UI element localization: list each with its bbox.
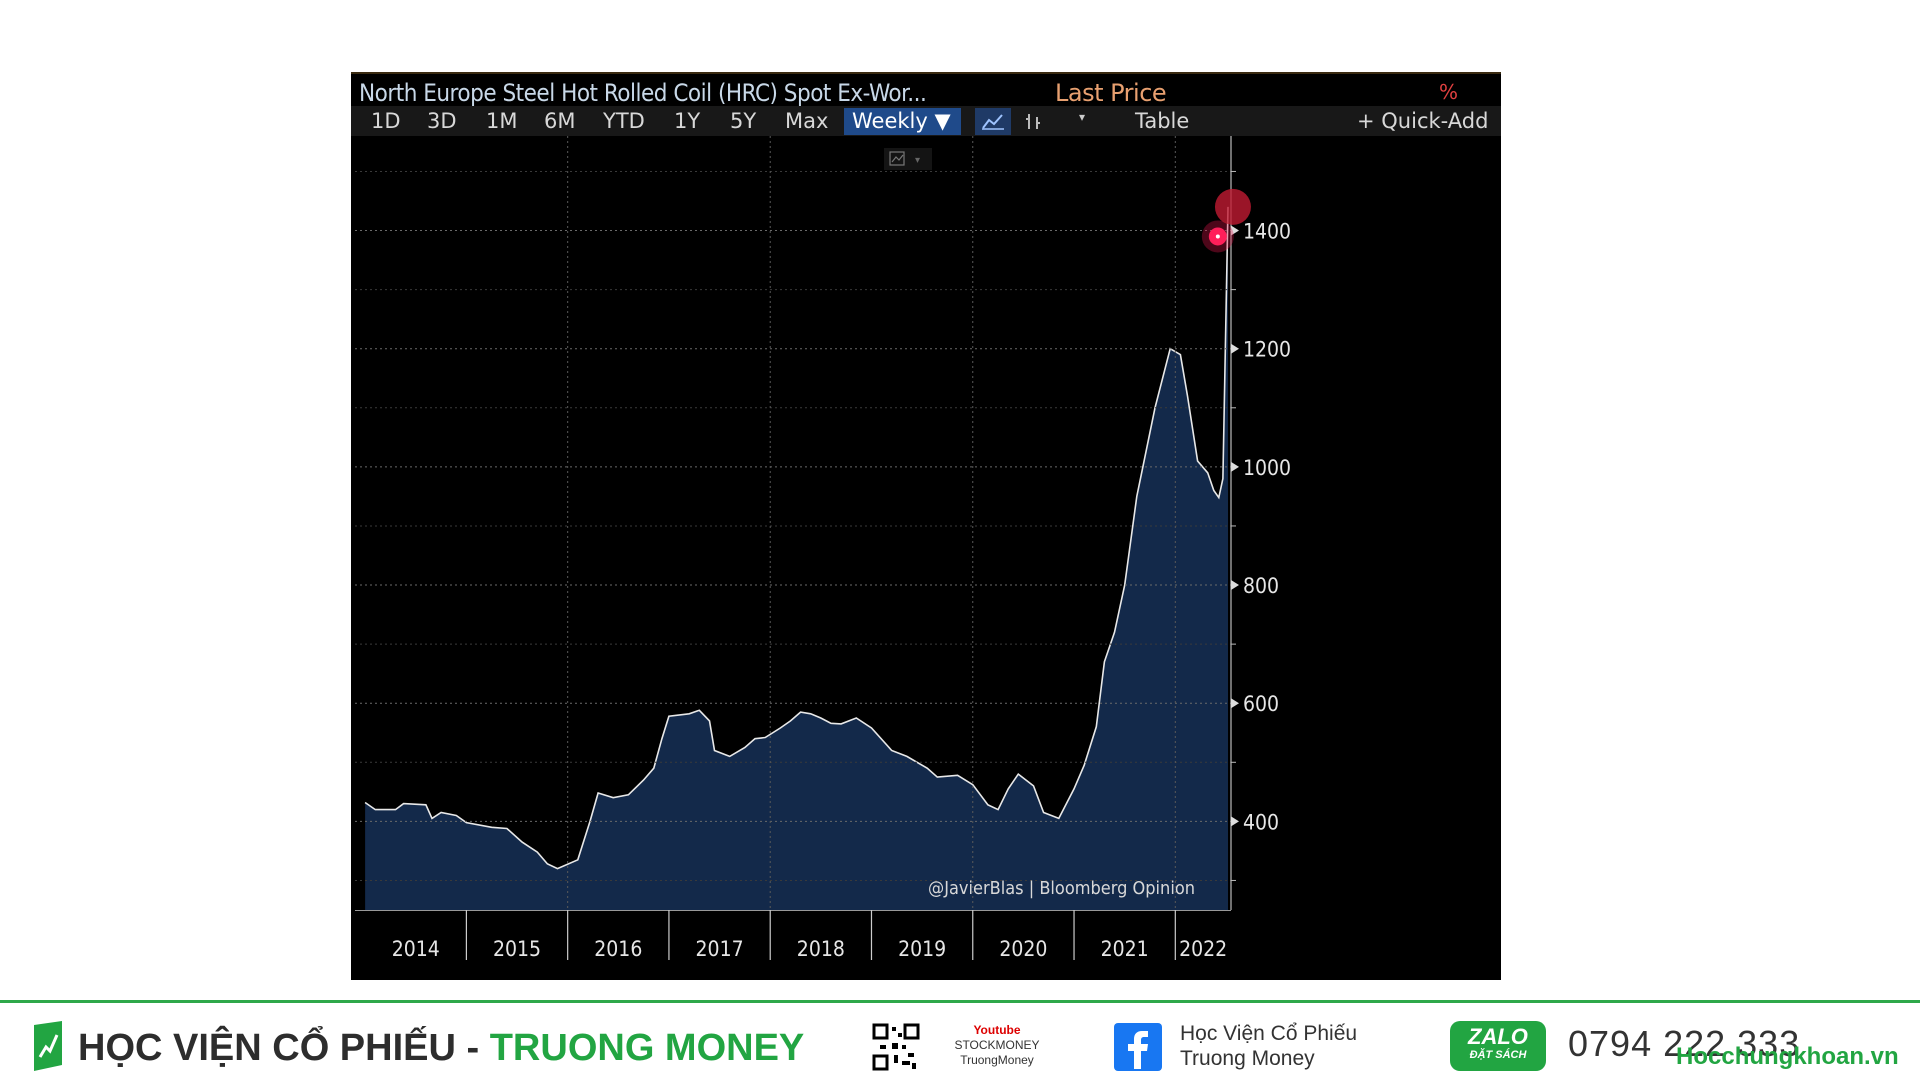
x-tick-label: 2017 bbox=[696, 937, 744, 961]
website-link[interactable]: Hocchungkhoan.vn bbox=[1676, 1043, 1899, 1071]
range-button-3d[interactable]: 3D bbox=[427, 108, 457, 134]
y-tick-label: 600 bbox=[1243, 692, 1279, 716]
y-tick-label: 800 bbox=[1243, 574, 1279, 598]
range-button-5y[interactable]: 5Y bbox=[730, 108, 756, 134]
x-tick-label: 2015 bbox=[493, 937, 541, 961]
range-button-1y[interactable]: 1Y bbox=[674, 108, 700, 134]
x-tick-label: 2014 bbox=[392, 937, 440, 961]
x-tick-label: 2021 bbox=[1101, 937, 1149, 961]
qr-code-icon[interactable] bbox=[872, 1023, 920, 1071]
bloomberg-chart-panel: North Europe Steel Hot Rolled Coil (HRC)… bbox=[351, 72, 1501, 980]
line-chart-icon[interactable] bbox=[975, 108, 1011, 135]
y-tick-label: 400 bbox=[1243, 810, 1279, 834]
range-button-6m[interactable]: 6M bbox=[544, 108, 575, 134]
facebook-line-2: Truong Money bbox=[1180, 1047, 1315, 1070]
y-tick-label: 1400 bbox=[1243, 220, 1291, 244]
footer-title: HỌC VIỆN CỔ PHIẾU - TRUONG MONEY bbox=[78, 1027, 804, 1070]
footer-banner: HỌC VIỆN CỔ PHIẾU - TRUONG MONEY Youtube… bbox=[0, 1000, 1920, 1083]
range-button-max[interactable]: Max bbox=[785, 108, 828, 134]
facebook-icon[interactable] bbox=[1114, 1023, 1162, 1071]
frequency-select[interactable]: Weekly ▼ bbox=[844, 108, 961, 135]
x-axis: 2014 2015 2016 2017 2018 2019 2020 2021 2022 bbox=[355, 910, 1231, 961]
youtube-block[interactable]: Youtube STOCKMONEY TruongMoney bbox=[942, 1023, 1052, 1068]
footer-title-brand: TRUONG MONEY bbox=[489, 1027, 805, 1069]
percent-icon[interactable]: % bbox=[1439, 80, 1458, 104]
y-tick-mark bbox=[1231, 461, 1239, 472]
x-tick-label: 2022 bbox=[1179, 937, 1227, 961]
series-area bbox=[365, 206, 1229, 910]
y-tick-mark bbox=[1231, 343, 1239, 354]
bar-chart-icon[interactable] bbox=[1019, 108, 1049, 135]
source-annotation: @JavierBlas | Bloomberg Opinion bbox=[928, 878, 1195, 899]
facebook-line-1: Học Viện Cổ Phiếu bbox=[1180, 1022, 1358, 1045]
youtube-channel: STOCKMONEY bbox=[954, 1038, 1040, 1052]
chart-header: North Europe Steel Hot Rolled Coil (HRC)… bbox=[351, 72, 1501, 108]
y-tick-mark bbox=[1231, 698, 1239, 709]
y-tick-mark bbox=[1231, 816, 1239, 827]
youtube-handle: TruongMoney bbox=[960, 1053, 1034, 1067]
zalo-badge[interactable]: ZALO ĐẶT SÁCH bbox=[1450, 1021, 1546, 1071]
youtube-label: Youtube bbox=[973, 1023, 1021, 1037]
chevron-down-icon[interactable]: ▾ bbox=[1079, 110, 1085, 124]
quick-add-button[interactable]: + Quick-Add bbox=[1357, 108, 1488, 134]
chart-toolbar: 1D 3D 1M 6M YTD 1Y 5Y Max Weekly ▼ ▾ Tab… bbox=[351, 106, 1501, 136]
zalo-label: ZALO bbox=[1468, 1024, 1528, 1049]
marker-center bbox=[1215, 234, 1220, 239]
chart-title: North Europe Steel Hot Rolled Coil (HRC)… bbox=[359, 79, 927, 107]
field-label[interactable]: Last Price bbox=[1055, 79, 1167, 107]
y-tick-label: 1000 bbox=[1243, 456, 1291, 480]
y-tick-mark bbox=[1231, 580, 1239, 591]
x-tick-label: 2020 bbox=[999, 937, 1047, 961]
y-tick-label: 1200 bbox=[1243, 338, 1291, 362]
price-chart: 400 600 800 1000 1200 1400 @JavierBlas | Bloom… bbox=[355, 136, 1291, 910]
range-button-1d[interactable]: 1D bbox=[371, 108, 401, 134]
last-price-marker[interactable] bbox=[1214, 188, 1251, 225]
range-button-1m[interactable]: 1M bbox=[486, 108, 517, 134]
x-tick-label: 2018 bbox=[797, 937, 845, 961]
facebook-page-name[interactable]: Học Viện Cổ Phiếu Truong Money bbox=[1180, 1021, 1357, 1071]
footer-title-main: HỌC VIỆN CỔ PHIẾU - bbox=[78, 1027, 490, 1069]
table-button[interactable]: Table bbox=[1135, 108, 1189, 134]
zalo-sublabel: ĐẶT SÁCH bbox=[1469, 1049, 1527, 1061]
x-tick-label: 2016 bbox=[594, 937, 642, 961]
range-button-ytd[interactable]: YTD bbox=[603, 108, 645, 134]
x-tick-label: 2019 bbox=[898, 937, 946, 961]
logo-icon bbox=[34, 1021, 62, 1071]
